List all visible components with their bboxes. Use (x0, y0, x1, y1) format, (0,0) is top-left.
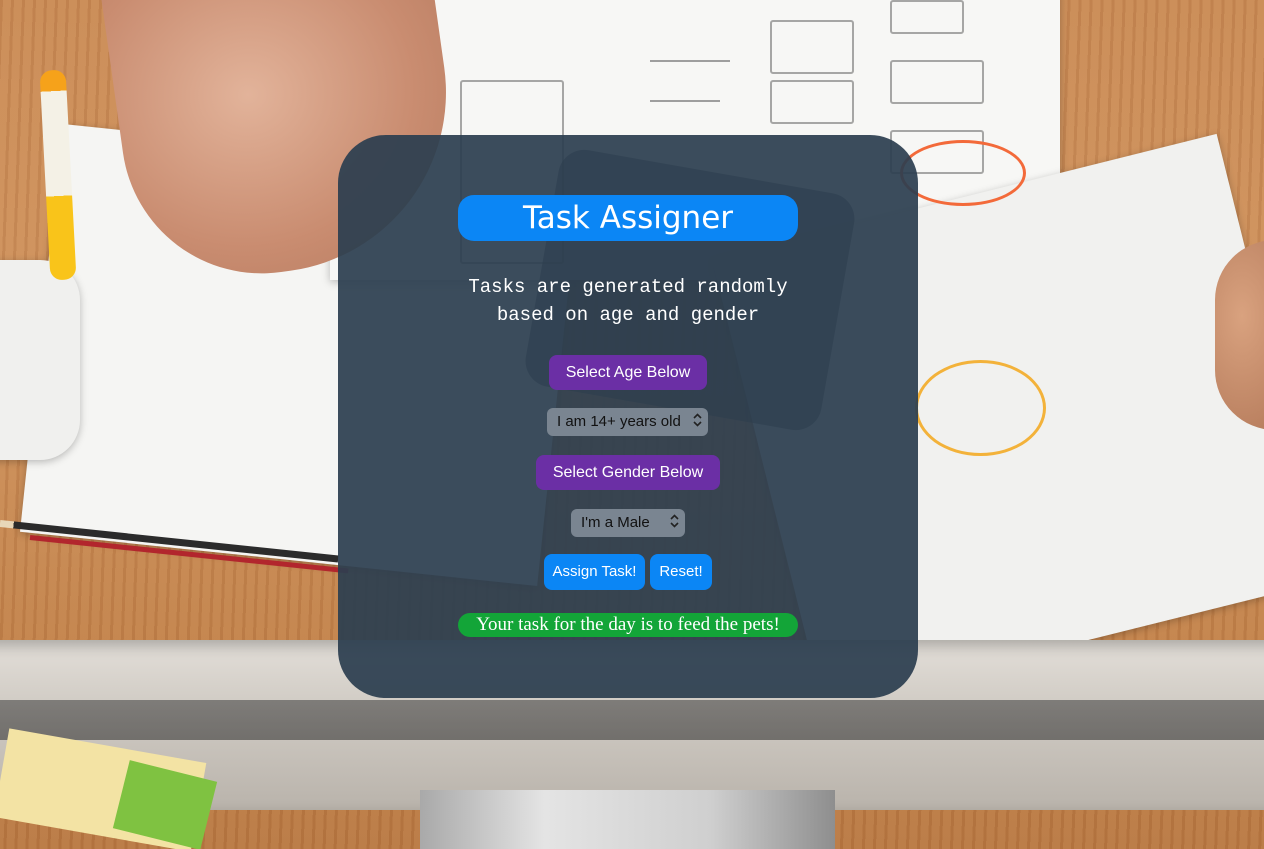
monitor-bezel (0, 700, 1264, 740)
age-select[interactable]: I am 14+ years old (547, 408, 708, 436)
gender-select[interactable]: I'm a Male (571, 509, 685, 537)
assign-task-button[interactable]: Assign Task! (544, 554, 645, 590)
chevron-up-down-icon (693, 408, 702, 436)
chevron-up-down-icon (670, 509, 679, 537)
gender-select-value: I'm a Male (581, 514, 650, 531)
reset-button[interactable]: Reset! (650, 554, 712, 590)
age-select-value: I am 14+ years old (557, 413, 681, 430)
gender-label: Select Gender Below (536, 455, 720, 490)
highlighter-marker (39, 69, 77, 281)
paper-curl (0, 260, 80, 460)
age-label: Select Age Below (549, 355, 707, 390)
task-assigner-card: Task Assigner Tasks are generated random… (338, 135, 918, 698)
task-result-badge: Your task for the day is to feed the pet… (458, 613, 798, 637)
orange-circle-sketch (900, 140, 1026, 206)
yellow-circle-sketch (915, 360, 1046, 456)
app-subtitle: Tasks are generated randomly based on ag… (468, 276, 788, 326)
app-title: Task Assigner (458, 195, 798, 241)
monitor-stand (420, 790, 835, 849)
